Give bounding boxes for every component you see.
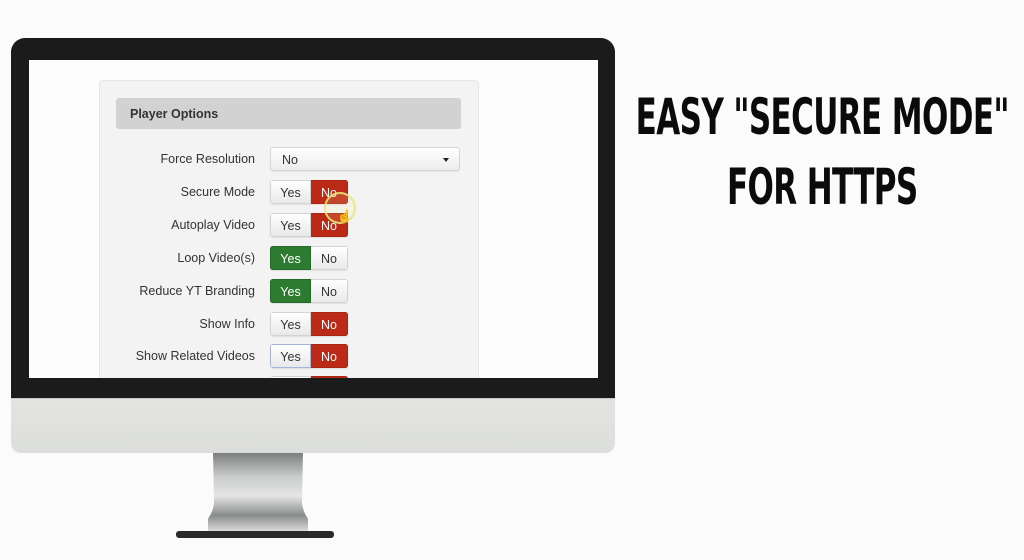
- video-frame: Player Options Force Resolution No Secur…: [0, 0, 1024, 560]
- reduce-yt-branding-row: Reduce YT Branding Yes No: [100, 279, 478, 305]
- monitor-chin: [11, 398, 615, 453]
- option-label: Autoplay Video: [171, 218, 255, 232]
- show-info-toggle[interactable]: Yes No: [270, 312, 348, 336]
- force-resolution-select[interactable]: No: [270, 147, 460, 171]
- force-resolution-row: Force Resolution No: [100, 147, 478, 173]
- monitor-screen: Player Options Force Resolution No Secur…: [29, 60, 598, 378]
- partial-no-button[interactable]: [311, 376, 348, 378]
- show-info-row: Show Info Yes No: [100, 312, 478, 338]
- monitor-base: [176, 531, 334, 538]
- secure-mode-yes-button[interactable]: Yes: [270, 180, 311, 204]
- panel-title: Player Options: [116, 98, 461, 129]
- hand-cursor-icon: ☝: [337, 209, 352, 223]
- option-label: Loop Video(s): [177, 251, 255, 265]
- option-label: Reduce YT Branding: [139, 284, 255, 298]
- secure-mode-row: Secure Mode Yes No: [100, 180, 478, 206]
- reduce-yt-branding-yes-button[interactable]: Yes: [270, 279, 311, 303]
- option-label: Secure Mode: [180, 185, 255, 199]
- option-label: Show Info: [199, 317, 255, 331]
- show-related-videos-yes-button[interactable]: Yes: [270, 344, 311, 368]
- reduce-yt-branding-no-button[interactable]: No: [311, 279, 348, 303]
- loop-videos-toggle[interactable]: Yes No: [270, 246, 348, 270]
- show-related-videos-row: Show Related Videos Yes No: [100, 344, 478, 370]
- option-label: Show Related Videos: [135, 349, 255, 363]
- loop-videos-row: Loop Video(s) Yes No: [100, 246, 478, 272]
- monitor-stand: [208, 453, 308, 531]
- caret-down-icon: [443, 158, 449, 162]
- show-related-videos-no-button[interactable]: No: [311, 344, 348, 368]
- headline-line-1: EASY "SECURE MODE": [635, 88, 1010, 146]
- partial-yes-button[interactable]: [270, 376, 311, 378]
- force-resolution-label: Force Resolution: [160, 152, 256, 166]
- loop-videos-yes-button[interactable]: Yes: [270, 246, 311, 270]
- player-options-panel: Player Options Force Resolution No Secur…: [99, 80, 479, 378]
- show-info-no-button[interactable]: No: [311, 312, 348, 336]
- reduce-yt-branding-toggle[interactable]: Yes No: [270, 279, 348, 303]
- loop-videos-no-button[interactable]: No: [311, 246, 348, 270]
- autoplay-video-row: Autoplay Video Yes No: [100, 213, 478, 239]
- show-related-videos-toggle[interactable]: Yes No: [270, 344, 348, 368]
- partial-toggle[interactable]: [270, 376, 348, 378]
- autoplay-video-yes-button[interactable]: Yes: [270, 213, 311, 237]
- next-option-row-partial: [100, 376, 478, 378]
- headline-line-2: FOR HTTPS: [727, 158, 918, 216]
- force-resolution-value: No: [282, 153, 298, 167]
- headline: EASY "SECURE MODE" FOR HTTPS: [636, 82, 1010, 222]
- show-info-yes-button[interactable]: Yes: [270, 312, 311, 336]
